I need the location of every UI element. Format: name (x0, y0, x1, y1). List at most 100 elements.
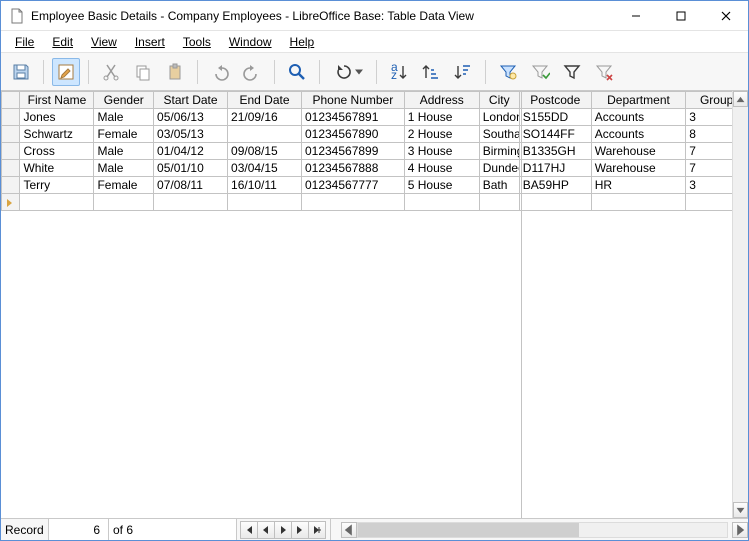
cell-gender[interactable]: Male (94, 143, 154, 160)
cell-address[interactable]: 2 House (404, 126, 479, 143)
nav-last-button[interactable] (291, 521, 309, 539)
cell-first-name[interactable]: Terry (20, 177, 94, 194)
nav-new-button[interactable] (308, 521, 326, 539)
row-selector[interactable] (2, 109, 20, 126)
refresh-button[interactable] (328, 58, 368, 86)
cell-first-name[interactable]: Jones (20, 109, 94, 126)
vertical-scrollbar[interactable] (732, 91, 748, 518)
menu-window[interactable]: Window (221, 33, 280, 51)
col-start-date[interactable]: Start Date (154, 92, 228, 109)
nav-next-button[interactable] (274, 521, 292, 539)
cell-empty[interactable] (591, 194, 686, 211)
redo-button[interactable] (238, 58, 266, 86)
row-selector[interactable] (2, 177, 20, 194)
menu-view[interactable]: View (83, 33, 125, 51)
cell-gender[interactable]: Male (94, 109, 154, 126)
hscroll-right-icon[interactable] (732, 522, 748, 538)
cell-end-date[interactable]: 09/08/15 (228, 143, 302, 160)
table-row[interactable]: WhiteMale05/01/1003/04/15012345678884 Ho… (2, 160, 748, 177)
row-selector[interactable] (2, 143, 20, 160)
maximize-button[interactable] (658, 1, 703, 30)
col-gender[interactable]: Gender (94, 92, 154, 109)
cell-department[interactable]: Warehouse (591, 160, 686, 177)
col-address[interactable]: Address (404, 92, 479, 109)
hscroll-track[interactable] (357, 522, 728, 538)
scroll-track[interactable] (733, 107, 748, 502)
apply-filter-button[interactable] (526, 58, 554, 86)
undo-button[interactable] (206, 58, 234, 86)
menu-tools[interactable]: Tools (175, 33, 219, 51)
cell-postcode[interactable]: D117HJ (519, 160, 591, 177)
cell-first-name[interactable]: Schwartz (20, 126, 94, 143)
menu-insert[interactable]: Insert (127, 33, 173, 51)
sort-desc-button[interactable] (449, 58, 477, 86)
find-button[interactable] (283, 58, 311, 86)
remove-filter-button[interactable] (590, 58, 618, 86)
cell-first-name[interactable]: Cross (20, 143, 94, 160)
close-button[interactable] (703, 1, 748, 30)
cell-gender[interactable]: Female (94, 126, 154, 143)
col-department[interactable]: Department (591, 92, 686, 109)
cell-empty[interactable] (519, 194, 591, 211)
menu-edit[interactable]: Edit (44, 33, 81, 51)
menu-file[interactable]: File (7, 33, 42, 51)
cell-empty[interactable] (228, 194, 302, 211)
cell-start-date[interactable]: 07/08/11 (154, 177, 228, 194)
cell-empty[interactable] (301, 194, 404, 211)
standard-filter-button[interactable] (558, 58, 586, 86)
record-current[interactable]: 6 (49, 519, 109, 540)
table-row[interactable]: TerryFemale07/08/1116/10/11012345677775 … (2, 177, 748, 194)
cell-empty[interactable] (404, 194, 479, 211)
row-selector[interactable] (2, 126, 20, 143)
cell-start-date[interactable]: 05/01/10 (154, 160, 228, 177)
row-selector[interactable] (2, 160, 20, 177)
horizontal-scrollbar[interactable] (331, 519, 748, 540)
nav-prev-button[interactable] (257, 521, 275, 539)
cell-postcode[interactable]: S155DD (519, 109, 591, 126)
hscroll-thumb[interactable] (358, 523, 579, 537)
hscroll-left-icon[interactable] (341, 522, 357, 538)
cell-phone[interactable]: 01234567890 (301, 126, 404, 143)
scroll-down-icon[interactable] (733, 502, 748, 518)
table-row[interactable]: SchwartzFemale03/05/13 012345678902 House… (2, 126, 748, 143)
cell-end-date[interactable]: 03/04/15 (228, 160, 302, 177)
cell-postcode[interactable]: SO144FF (519, 126, 591, 143)
table-row[interactable]: JonesMale05/06/1321/09/16012345678911 Ho… (2, 109, 748, 126)
cell-end-date[interactable]: 21/09/16 (228, 109, 302, 126)
cell-address[interactable]: 4 House (404, 160, 479, 177)
cell-phone[interactable]: 01234567777 (301, 177, 404, 194)
cell-postcode[interactable]: B1335GH (519, 143, 591, 160)
cell-city[interactable]: Southampton (479, 126, 519, 143)
col-end-date[interactable]: End Date (228, 92, 302, 109)
cell-end-date[interactable]: 16/10/11 (228, 177, 302, 194)
cell-address[interactable]: 5 House (404, 177, 479, 194)
sort-button[interactable]: az (385, 58, 413, 86)
cell-empty[interactable] (479, 194, 519, 211)
data-grid[interactable]: First Name Gender Start Date End Date Ph… (1, 91, 748, 518)
cell-postcode[interactable]: BA59HP (519, 177, 591, 194)
cell-city[interactable]: Birmingham (479, 143, 519, 160)
cell-gender[interactable]: Female (94, 177, 154, 194)
cell-city[interactable]: Bath (479, 177, 519, 194)
cell-city[interactable]: London (479, 109, 519, 126)
row-selector-header[interactable] (2, 92, 20, 109)
copy-button[interactable] (129, 58, 157, 86)
col-phone[interactable]: Phone Number (301, 92, 404, 109)
cell-phone[interactable]: 01234567891 (301, 109, 404, 126)
cell-department[interactable]: Accounts (591, 109, 686, 126)
paste-button[interactable] (161, 58, 189, 86)
cell-empty[interactable] (94, 194, 154, 211)
cell-start-date[interactable]: 03/05/13 (154, 126, 228, 143)
save-button[interactable] (7, 58, 35, 86)
new-record-row[interactable] (2, 194, 748, 211)
cell-first-name[interactable]: White (20, 160, 94, 177)
col-postcode[interactable]: Postcode (519, 92, 591, 109)
cell-department[interactable]: HR (591, 177, 686, 194)
col-city[interactable]: City (479, 92, 519, 109)
cell-phone[interactable]: 01234567888 (301, 160, 404, 177)
minimize-button[interactable] (613, 1, 658, 30)
cell-gender[interactable]: Male (94, 160, 154, 177)
cell-start-date[interactable]: 01/04/12 (154, 143, 228, 160)
cell-empty[interactable] (154, 194, 228, 211)
sort-asc-button[interactable] (417, 58, 445, 86)
